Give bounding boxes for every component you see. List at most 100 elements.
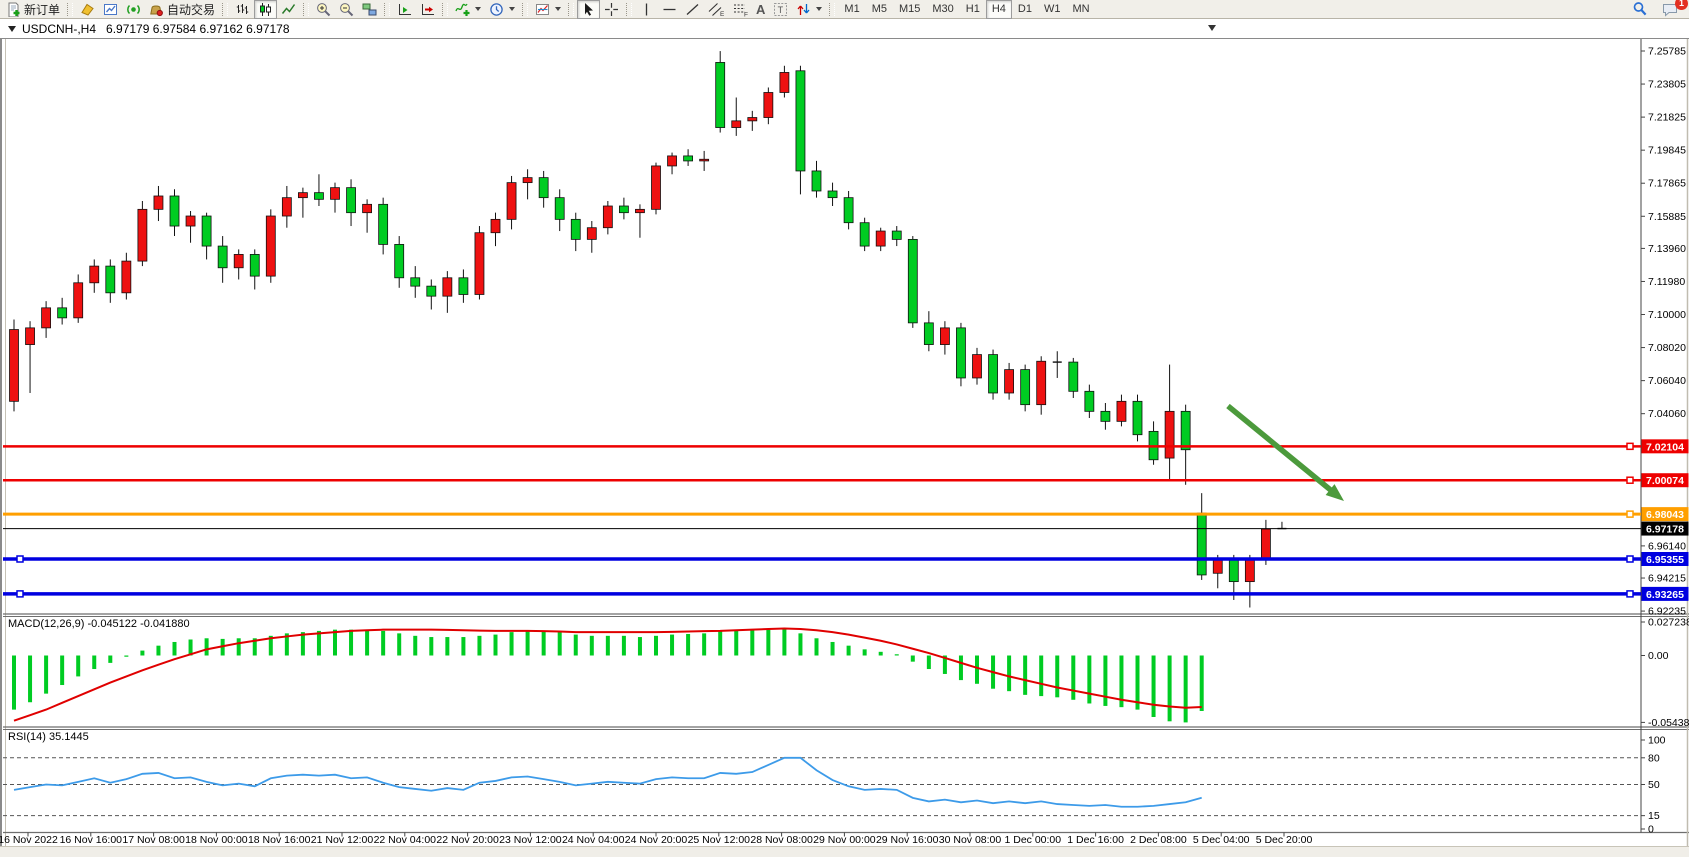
candle-body (122, 261, 131, 293)
macd-bar (1168, 656, 1172, 722)
text-label-button[interactable]: T (769, 0, 792, 19)
chart-canvas[interactable]: 7.257857.238057.218257.198457.178657.158… (0, 0, 1689, 857)
bar-chart-button[interactable] (231, 0, 254, 19)
rsi-tick-label: 80 (1648, 752, 1660, 764)
timeframe-m30[interactable]: M30 (926, 0, 959, 19)
macd-bar (798, 633, 802, 655)
templates-icon (535, 2, 550, 17)
templates-button[interactable] (531, 0, 565, 19)
line-handle[interactable] (17, 556, 23, 562)
rsi-tick-label: 15 (1648, 810, 1660, 822)
time-tick-label: 18 Nov 16:00 (248, 834, 311, 846)
toolbar-grip (829, 3, 835, 16)
channel-button[interactable]: E (704, 0, 728, 19)
line-handle[interactable] (17, 591, 23, 597)
timeframe-m5[interactable]: M5 (866, 0, 893, 19)
line-chart-button[interactable] (277, 0, 300, 19)
line-handle[interactable] (1627, 556, 1633, 562)
line-chart-icon (281, 2, 296, 17)
zoom-out-button[interactable] (335, 0, 358, 19)
horizontal-line-button[interactable] (658, 0, 681, 19)
svg-text:T: T (778, 5, 784, 15)
candlestick-chart-button[interactable] (254, 0, 277, 19)
timeframe-m15[interactable]: M15 (893, 0, 926, 19)
chart-shift-button[interactable] (416, 0, 439, 19)
arrows-button[interactable] (792, 0, 826, 19)
candle-body (58, 308, 67, 318)
candle-body (106, 266, 115, 293)
macd-bar (76, 656, 80, 677)
auto-scroll-button[interactable] (393, 0, 416, 19)
metaeditor-button[interactable] (76, 0, 99, 19)
macd-bar (718, 631, 722, 656)
toolbar-grip (522, 3, 528, 16)
line-handle[interactable] (1627, 511, 1633, 517)
macd-bar (638, 637, 642, 655)
candle-body (1261, 529, 1270, 559)
price-tick-label: 7.21825 (1648, 112, 1686, 124)
dropdown-caret (555, 7, 561, 11)
new-order-button[interactable]: 新订单 (2, 0, 64, 19)
indicators-button[interactable] (451, 0, 485, 19)
vertical-line-button[interactable] (635, 0, 658, 19)
candle-body (956, 328, 965, 378)
macd-bar (750, 630, 754, 655)
candle-body (539, 178, 548, 198)
candle-body (395, 244, 404, 277)
candle-body (652, 166, 661, 209)
macd-bar (782, 628, 786, 655)
trendline-icon (685, 2, 700, 17)
collapse-icon[interactable] (8, 26, 16, 32)
toolbar: 新订单 自动交易 (0, 0, 1689, 19)
macd-bar (429, 637, 433, 655)
timeframe-h1[interactable]: H1 (960, 0, 986, 19)
candle-body (314, 193, 323, 200)
crosshair-button[interactable] (600, 0, 623, 19)
macd-bar (381, 631, 385, 656)
timeframe-w1[interactable]: W1 (1038, 0, 1067, 19)
line-handle[interactable] (1627, 591, 1633, 597)
timeframe-h4[interactable]: H4 (986, 0, 1012, 19)
periods-button[interactable] (485, 0, 519, 19)
horizontal-line-icon (662, 2, 677, 17)
tile-windows-button[interactable] (358, 0, 381, 19)
candle-body (1005, 370, 1014, 393)
macd-bar (815, 638, 819, 655)
trendline-button[interactable] (681, 0, 704, 19)
fibonacci-button[interactable]: F (728, 0, 752, 19)
timeframe-m1[interactable]: M1 (838, 0, 865, 19)
macd-bar (1103, 656, 1107, 706)
price-tick-label: 7.23805 (1648, 79, 1686, 91)
current-bar-marker (1208, 25, 1216, 31)
line-handle[interactable] (1627, 443, 1633, 449)
zoom-in-button[interactable] (312, 0, 335, 19)
notification-badge: 1 (1675, 0, 1688, 10)
time-tick-label: 23 Nov 12:00 (499, 834, 562, 846)
signals-button[interactable] (122, 0, 145, 19)
text-button[interactable]: A (752, 0, 769, 19)
candle-body (74, 283, 83, 318)
time-tick-label: 24 Nov 04:00 (562, 834, 625, 846)
candle-body (154, 196, 163, 209)
candle-body (459, 278, 468, 295)
auto-trading-button[interactable]: 自动交易 (145, 0, 219, 19)
timeframe-mn[interactable]: MN (1066, 0, 1095, 19)
candle-body (748, 118, 757, 121)
chart-ohlc-values: 6.97179 6.97584 6.97162 6.97178 (106, 22, 290, 36)
macd-bar (140, 651, 144, 656)
cursor-button[interactable] (577, 0, 600, 19)
macd-bar (558, 632, 562, 655)
search-button[interactable] (1628, 0, 1652, 19)
new-chart-button[interactable] (99, 0, 122, 19)
macd-bar (975, 656, 979, 684)
line-handle[interactable] (1627, 477, 1633, 483)
macd-bar (108, 656, 112, 663)
notifications-button[interactable]: 1 (1658, 0, 1683, 19)
timeframe-d1[interactable]: D1 (1012, 0, 1038, 19)
candle-body (1165, 411, 1174, 458)
candlestick-chart-icon (258, 2, 273, 17)
svg-text:E: E (720, 11, 724, 17)
macd-bar (590, 636, 594, 656)
price-tick-label: 7.06040 (1648, 375, 1686, 387)
macd-bar (1055, 656, 1059, 698)
